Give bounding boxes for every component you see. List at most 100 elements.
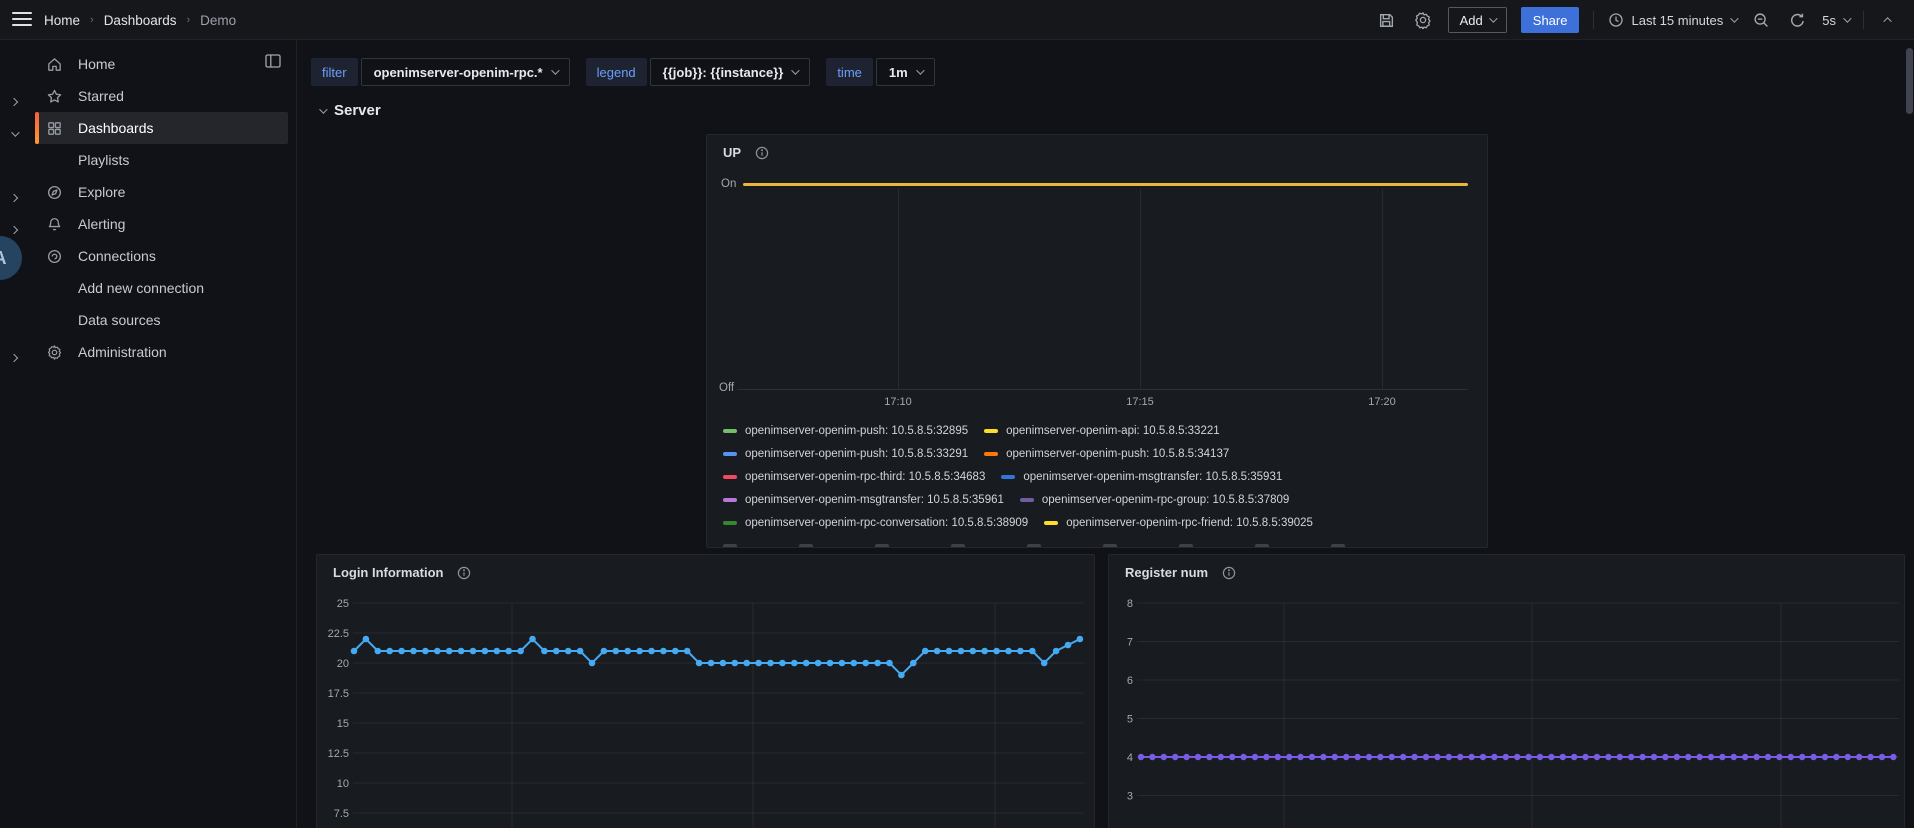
share-button[interactable]: Share: [1520, 7, 1580, 33]
svg-text:3: 3: [1127, 791, 1133, 803]
page-scrollbar[interactable]: [1906, 42, 1913, 828]
x-tick: 17:15: [1126, 396, 1154, 408]
info-icon[interactable]: [755, 146, 769, 160]
legend-series-marker: [723, 520, 737, 525]
legend-item[interactable]: openimserver-openim-rpc-friend: 10.5.8.5…: [1044, 517, 1313, 529]
sidebar-item-connections[interactable]: Connections: [0, 240, 296, 272]
legend-item[interactable]: openimserver-openim-rpc-third: 10.5.8.5:…: [723, 471, 985, 483]
breadcrumb-separator: ›: [186, 14, 191, 26]
sidebar-item-home[interactable]: Home: [0, 48, 296, 80]
sidebar-item-add-new-connection[interactable]: Add new connection: [0, 272, 296, 304]
svg-text:5: 5: [1127, 714, 1133, 726]
svg-text:4: 4: [1127, 752, 1133, 764]
legend-item[interactable]: openimserver-openim-push: 10.5.8.5:32895: [723, 425, 968, 437]
time-range-picker[interactable]: Last 15 minutes: [1608, 12, 1739, 28]
up-y-label-on: On: [721, 178, 737, 190]
legend-variable-dropdown[interactable]: {{job}}: {{instance}}: [649, 58, 811, 86]
chevron-down-icon[interactable]: [11, 128, 20, 137]
legend-series-marker: [984, 428, 999, 433]
register-chart: 8 7 6 5 4 3: [1127, 598, 1899, 828]
panel-title: Login Information: [333, 565, 444, 580]
svg-text:17.5: 17.5: [328, 688, 349, 700]
chevron-right-icon[interactable]: [9, 97, 19, 107]
legend-variable-label[interactable]: legend: [585, 58, 647, 86]
chevron-down-icon: [319, 104, 328, 114]
add-button[interactable]: Add: [1447, 7, 1507, 33]
svg-text:7: 7: [1127, 637, 1133, 649]
sidebar-item-starred[interactable]: Starred: [0, 80, 296, 112]
breadcrumb-dashboards[interactable]: Dashboards: [104, 13, 177, 28]
legend-item[interactable]: openimserver-openim-msgtransfer: 10.5.8.…: [723, 494, 1004, 506]
sidebar-item-dashboards[interactable]: Dashboards: [0, 112, 296, 144]
x-tick: 17:20: [1368, 396, 1396, 408]
dashboard-settings-gear-icon[interactable]: [1412, 9, 1434, 31]
legend-item[interactable]: openimserver-openim-push: 10.5.8.5:33291: [723, 448, 968, 460]
save-dashboard-icon[interactable]: [1376, 9, 1398, 31]
chevron-right-icon[interactable]: [9, 353, 19, 363]
scrollbar-thumb[interactable]: [1906, 48, 1913, 114]
breadcrumb-separator: ›: [90, 14, 94, 26]
collapse-up-icon[interactable]: [1878, 9, 1900, 31]
legend-series-marker: [723, 474, 737, 479]
sidebar-item-data-sources[interactable]: Data sources: [0, 304, 296, 336]
chevron-right-icon[interactable]: [9, 225, 19, 235]
svg-text:15: 15: [337, 718, 349, 730]
chevron-down-icon: [550, 66, 560, 75]
sidebar-item-alerting[interactable]: Alerting: [0, 208, 296, 240]
legend-series-label: openimserver-openim-rpc-group: 10.5.8.5:…: [1041, 493, 1290, 506]
zoom-out-icon[interactable]: [1750, 9, 1772, 31]
chevron-down-icon: [915, 66, 925, 75]
legend-series-marker: [984, 451, 999, 456]
svg-text:22.5: 22.5: [328, 628, 349, 640]
panel-up[interactable]: UP On Off 17:10 17:15 17:20 openimserver…: [706, 134, 1488, 548]
info-icon[interactable]: [1222, 566, 1236, 580]
legend-series-label: openimserver-openim-push: 10.5.8.5:34137: [1006, 447, 1230, 460]
gridline: [1140, 189, 1141, 389]
legend-series-label: openimserver-openim-api: 10.5.8.5:33221: [1006, 424, 1220, 437]
sidebar-item-explore[interactable]: Explore: [0, 176, 296, 208]
legend-series-marker: [1001, 474, 1016, 479]
legend-item[interactable]: openimserver-openim-api: 10.5.8.5:33221: [984, 425, 1220, 437]
legend-item[interactable]: openimserver-openim-rpc-group: 10.5.8.5:…: [1019, 493, 1290, 506]
time-variable-label[interactable]: time: [826, 58, 873, 86]
filter-variable-label[interactable]: filter: [311, 58, 358, 86]
legend-series-marker: [723, 497, 737, 502]
bell-icon: [45, 215, 63, 233]
dashboard-variables-bar: filter openimserver-openim-rpc.* legend …: [311, 58, 935, 86]
time-variable-dropdown[interactable]: 1m: [875, 58, 935, 86]
navbar-divider: [1863, 11, 1864, 29]
legend-item[interactable]: openimserver-openim-push: 10.5.8.5:34137: [984, 448, 1229, 460]
chevron-right-icon[interactable]: [9, 193, 19, 203]
filter-variable-dropdown[interactable]: openimserver-openim-rpc.*: [360, 58, 570, 86]
x-axis-line: [737, 389, 1468, 390]
active-accent-bar: [35, 112, 39, 144]
legend-series-marker: [723, 451, 737, 456]
menu-toggle-icon[interactable]: [12, 12, 32, 28]
legend-series-marker: [723, 428, 737, 433]
up-y-label-off: Off: [719, 382, 735, 394]
legend-series-marker: [1019, 497, 1034, 502]
gridline: [898, 189, 899, 389]
legend-series-label: openimserver-openim-rpc-friend: 10.5.8.5…: [1066, 516, 1313, 529]
legend-item[interactable]: openimserver-openim-msgtransfer: 10.5.8.…: [1001, 471, 1282, 483]
breadcrumb-demo: Demo: [200, 12, 237, 28]
dashboard-content: filter openimserver-openim-rpc.* legend …: [297, 40, 1914, 828]
refresh-interval-dropdown[interactable]: 5s: [1822, 13, 1852, 28]
refresh-icon[interactable]: [1786, 9, 1808, 31]
sidebar-item-administration[interactable]: Administration: [0, 336, 296, 368]
legend-clipped-marker: [799, 543, 813, 547]
legend-series-label: openimserver-openim-rpc-conversation: 10…: [745, 516, 1029, 529]
breadcrumb-home[interactable]: Home: [44, 13, 80, 28]
up-series-line: [743, 183, 1468, 186]
legend-clipped-marker: [875, 543, 889, 547]
row-server-toggle[interactable]: Server: [319, 102, 381, 119]
login-chart: 25 22.5 20 17.5 15 12.5 10 7.5: [328, 598, 1084, 828]
clock-icon: [1609, 13, 1624, 27]
row-title: Server: [334, 102, 381, 119]
sidebar-item-playlists[interactable]: Playlists: [0, 144, 296, 176]
legend-item[interactable]: openimserver-openim-rpc-conversation: 10…: [723, 517, 1028, 529]
info-icon[interactable]: [457, 566, 471, 580]
legend-clipped-marker: [1331, 543, 1345, 547]
panel-login-information[interactable]: 25 22.5 20 17.5 15 12.5 10 7.5 Login Informatio…: [316, 554, 1095, 828]
panel-register-num[interactable]: 8 7 6 5 4 3 Register num: [1108, 554, 1905, 828]
